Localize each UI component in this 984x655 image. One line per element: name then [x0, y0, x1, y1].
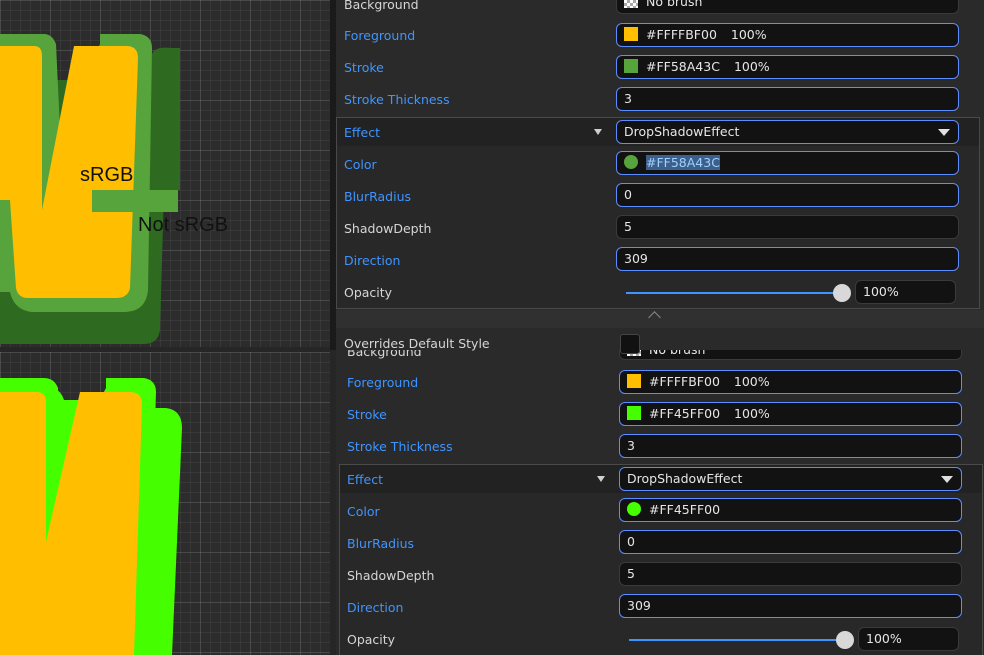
- label-effect: Effect: [344, 125, 380, 140]
- collapse-up-icon[interactable]: [648, 311, 661, 324]
- foreground-field[interactable]: #FFFFBF00 100%: [619, 370, 962, 394]
- opacity-slider-track[interactable]: [629, 639, 845, 641]
- foreground-swatch[interactable]: [627, 374, 641, 388]
- background-field[interactable]: No brush: [616, 0, 959, 14]
- stroke-thickness-input[interactable]: 3: [616, 87, 959, 111]
- label-foreground: Foreground: [344, 28, 416, 43]
- annotation-not-srgb: Not sRGB: [138, 214, 229, 236]
- effect-dropdown[interactable]: DropShadowEffect: [616, 120, 959, 144]
- label-color: Color: [347, 504, 380, 519]
- color-field[interactable]: #FF58A43C: [616, 151, 959, 175]
- background-field[interactable]: No brush: [619, 350, 962, 360]
- color-field[interactable]: #FF45FF00: [619, 498, 962, 522]
- color-swatch[interactable]: [627, 502, 641, 516]
- chevron-down-icon: [938, 129, 950, 136]
- label-overrides-default-style: Overrides Default Style: [344, 336, 490, 351]
- opacity-slider-thumb[interactable]: [836, 631, 854, 649]
- opacity-input[interactable]: 100%: [855, 280, 956, 304]
- label-blur-radius: BlurRadius: [344, 189, 412, 204]
- design-canvas-top[interactable]: sRGB Not sRGB: [0, 0, 330, 347]
- glyph-w-top: [0, 34, 180, 344]
- checkbox-icon[interactable]: [620, 334, 640, 354]
- label-blur-radius: BlurRadius: [347, 536, 415, 551]
- foreground-field[interactable]: #FFFFBF00 100%: [616, 23, 959, 47]
- label-stroke: Stroke: [347, 407, 387, 422]
- stroke-thickness-input[interactable]: 3: [619, 434, 962, 458]
- label-shadow-depth: ShadowDepth: [347, 568, 435, 583]
- label-shadow-depth: ShadowDepth: [344, 221, 432, 236]
- glyph-w-bottom: [0, 378, 182, 655]
- color-swatch[interactable]: [624, 155, 638, 169]
- blur-radius-input[interactable]: 0: [619, 530, 962, 554]
- stroke-field[interactable]: #FF58A43C 100%: [616, 55, 959, 79]
- checkerboard-icon: [624, 0, 638, 8]
- label-stroke: Stroke: [344, 60, 384, 75]
- stroke-swatch[interactable]: [627, 406, 641, 420]
- foreground-swatch[interactable]: [624, 27, 638, 41]
- label-stroke-thickness: Stroke Thickness: [344, 92, 450, 107]
- property-panel-top: Background No brush Foreground #FFFFBF00…: [336, 0, 984, 310]
- expand-triangle-icon[interactable]: [594, 129, 602, 135]
- label-stroke-thickness: Stroke Thickness: [347, 439, 453, 454]
- label-foreground: Foreground: [347, 375, 419, 390]
- label-opacity: Opacity: [344, 285, 393, 300]
- direction-input[interactable]: 309: [619, 594, 962, 618]
- label-direction: Direction: [344, 253, 401, 268]
- label-background: Background: [344, 0, 419, 12]
- direction-input[interactable]: 309: [616, 247, 959, 271]
- blur-radius-input[interactable]: 0: [616, 183, 959, 207]
- stroke-field[interactable]: #FF45FF00 100%: [619, 402, 962, 426]
- opacity-slider-thumb[interactable]: [833, 284, 851, 302]
- label-color: Color: [344, 157, 377, 172]
- shadow-depth-input[interactable]: 5: [616, 215, 959, 239]
- annotation-srgb: sRGB: [80, 164, 134, 186]
- stroke-swatch[interactable]: [624, 59, 638, 73]
- label-direction: Direction: [347, 600, 404, 615]
- collapse-bar-strip: [336, 310, 984, 328]
- expand-triangle-icon[interactable]: [597, 476, 605, 482]
- effect-dropdown[interactable]: DropShadowEffect: [619, 467, 962, 491]
- design-canvas-bottom[interactable]: [0, 352, 330, 655]
- opacity-input[interactable]: 100%: [858, 627, 959, 651]
- label-opacity: Opacity: [347, 632, 396, 647]
- label-effect: Effect: [347, 472, 383, 487]
- effect-group: Effect DropShadowEffect Color #FF58A43C …: [336, 117, 980, 309]
- chevron-down-icon: [941, 476, 953, 483]
- opacity-slider-track[interactable]: [626, 292, 842, 294]
- effect-group: Effect DropShadowEffect Color #FF45FF00 …: [339, 464, 983, 655]
- shadow-depth-input[interactable]: 5: [619, 562, 962, 586]
- property-panel-bottom: Overrides Default Style Background No br…: [336, 328, 984, 655]
